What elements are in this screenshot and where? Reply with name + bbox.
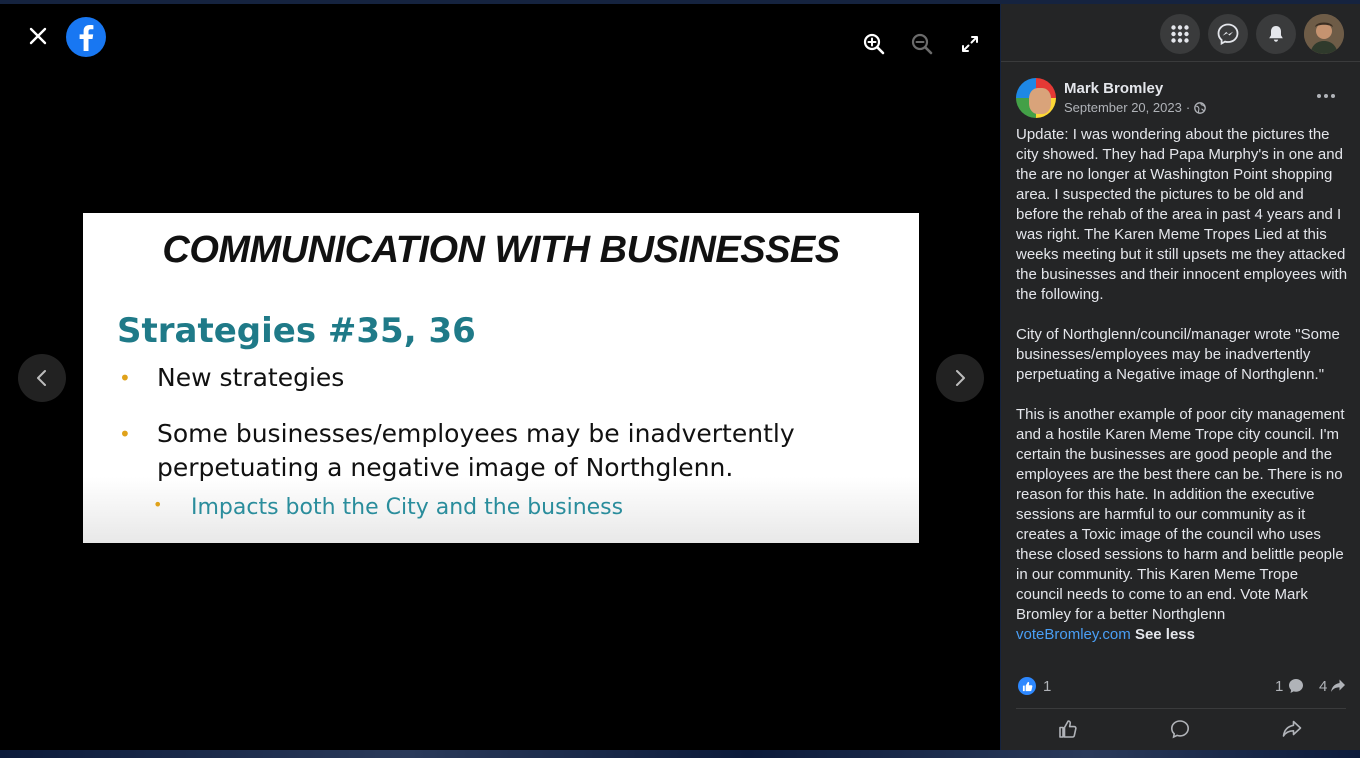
- post-photo: COMMUNICATION WITH BUSINESSES Strategies…: [83, 213, 919, 543]
- slide-bullet-text: New strategies: [157, 363, 345, 392]
- bullet-dot: •: [119, 422, 131, 446]
- see-less-link[interactable]: See less: [1135, 626, 1195, 643]
- comment-count-icon: [1289, 679, 1303, 693]
- bullet-dot: •: [153, 495, 163, 514]
- reactions-row: 1 1 4: [1016, 674, 1346, 696]
- close-icon: [29, 27, 47, 45]
- zoom-in-icon: [863, 33, 885, 55]
- background-strip: [0, 750, 1360, 758]
- post-paragraph: City of Northglenn/council/manager wrote…: [1016, 326, 1340, 383]
- close-button[interactable]: [20, 18, 56, 54]
- author-avatar[interactable]: [1016, 78, 1056, 118]
- avatar-face: [1029, 88, 1051, 114]
- vote-bromley-link[interactable]: voteBromley.com: [1016, 626, 1131, 643]
- slide-title: COMMUNICATION WITH BUSINESSES: [162, 229, 840, 271]
- divider: [1016, 708, 1346, 709]
- comment-button[interactable]: [1128, 712, 1232, 746]
- more-dots-icon: [1317, 94, 1335, 98]
- chevron-right-icon: [956, 370, 965, 386]
- slide-bullet: • New strategies: [119, 361, 345, 395]
- slide-bullet-text: Some businesses/employees may be inadver…: [157, 419, 795, 482]
- messenger-icon: [1217, 23, 1239, 45]
- slide-sub-bullet-text: Impacts both the City and the business: [191, 495, 624, 520]
- fullscreen-icon: [962, 36, 978, 52]
- profile-photo-icon: [1304, 14, 1344, 54]
- post-date[interactable]: September 20, 2023: [1064, 100, 1182, 115]
- messenger-button[interactable]: [1208, 14, 1248, 54]
- meta-separator: ·: [1185, 100, 1191, 115]
- post-paragraph: Update: I was wondering about the pictur…: [1016, 126, 1348, 303]
- bell-icon: [1269, 26, 1283, 42]
- screen: COMMUNICATION WITH BUSINESSES Strategies…: [0, 0, 1360, 758]
- account-avatar-button[interactable]: [1304, 14, 1344, 54]
- post-sidebar: Mark Bromley September 20, 2023 · Update…: [1001, 4, 1360, 750]
- zoom-in-button[interactable]: [856, 26, 892, 62]
- post-paragraph-text: This is another example of poor city man…: [1016, 406, 1345, 623]
- like-count[interactable]: 1: [1043, 678, 1051, 695]
- photo-viewer: COMMUNICATION WITH BUSINESSES Strategies…: [0, 4, 1000, 750]
- slide-heading: Strategies #35, 36: [117, 311, 476, 351]
- like-reaction-badge[interactable]: [1018, 677, 1036, 695]
- grid-menu-icon: [1171, 25, 1189, 43]
- facebook-logo[interactable]: [66, 17, 106, 57]
- thumbs-up-icon: [1059, 720, 1077, 738]
- fullscreen-button[interactable]: [952, 26, 988, 62]
- facebook-logo-icon: [79, 25, 94, 51]
- share-button[interactable]: [1240, 712, 1344, 746]
- post-meta: September 20, 2023 ·: [1064, 100, 1207, 115]
- bullet-dot: •: [119, 366, 131, 390]
- thumbs-up-icon: [1022, 681, 1032, 691]
- more-options-button[interactable]: [1306, 84, 1346, 108]
- zoom-out-button[interactable]: [904, 26, 940, 62]
- menu-button[interactable]: [1160, 14, 1200, 54]
- share-icon: [1282, 720, 1302, 737]
- share-count[interactable]: 4: [1319, 678, 1327, 695]
- slide-bullet: • Some businesses/employees may be inadv…: [119, 417, 857, 485]
- share-count-icon: [1331, 679, 1345, 692]
- slide-sub-bullet: • Impacts both the City and the business: [153, 495, 624, 520]
- zoom-out-icon: [911, 33, 933, 55]
- like-button[interactable]: [1016, 712, 1120, 746]
- post-text: Update: I was wondering about the pictur…: [1016, 125, 1348, 645]
- author-name[interactable]: Mark Bromley: [1064, 80, 1163, 97]
- comment-icon: [1170, 720, 1190, 739]
- chevron-left-icon: [37, 370, 46, 386]
- comment-count[interactable]: 1: [1275, 678, 1283, 695]
- post-paragraph: This is another example of poor city man…: [1016, 405, 1348, 645]
- notifications-button[interactable]: [1256, 14, 1296, 54]
- globe-icon: [1194, 101, 1207, 114]
- previous-photo-button[interactable]: [18, 354, 66, 402]
- divider: [1001, 61, 1360, 62]
- next-photo-button[interactable]: [936, 354, 984, 402]
